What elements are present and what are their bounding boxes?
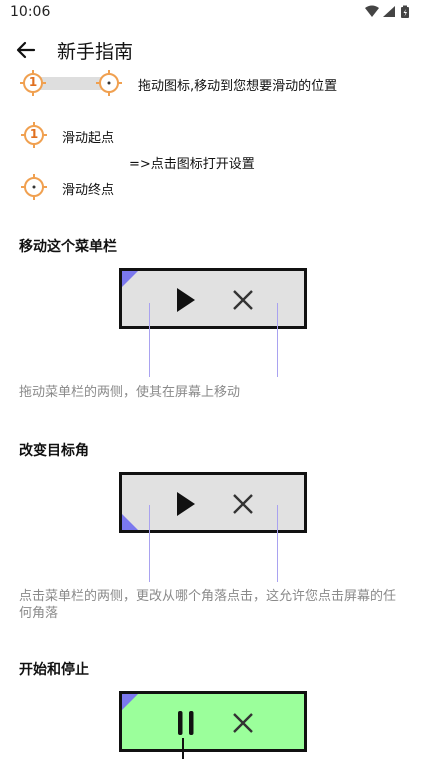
menu-bar-corner-demo[interactable]: [119, 472, 307, 533]
pointer-line: [182, 738, 184, 759]
caption-line-2: 何角落: [19, 606, 59, 621]
target-corner-marker: [122, 514, 138, 530]
start-target-icon[interactable]: 1: [19, 69, 47, 97]
play-icon[interactable]: [174, 287, 198, 313]
start-target-number: 1: [28, 75, 38, 89]
battery-icon: [401, 5, 409, 18]
start-point-label: 滑动起点: [62, 131, 115, 146]
close-icon[interactable]: [232, 289, 254, 311]
target-corner-marker: [122, 694, 138, 710]
target-corner-marker: [122, 271, 138, 287]
close-icon[interactable]: [232, 712, 254, 734]
play-icon[interactable]: [174, 491, 198, 517]
menu-bar-running-demo[interactable]: [119, 691, 307, 752]
caption-line-1: 点击菜单栏的两侧，更改从哪个角落点击，这允许您点击屏幕的任: [19, 589, 397, 604]
section-corner-title: 改变目标角: [19, 443, 89, 459]
end-point-icon: [20, 173, 48, 201]
drag-instruction: 拖动图标,移动到您想要滑动的位置: [138, 79, 338, 94]
start-point-icon: 1: [20, 121, 48, 149]
close-icon[interactable]: [232, 493, 254, 515]
section-move-caption: 拖动菜单栏的两侧，使其在屏幕上移动: [19, 385, 241, 400]
left-side-pointer-line: [149, 303, 150, 377]
end-point-label: 滑动终点: [62, 183, 115, 198]
drag-track: [38, 77, 102, 90]
section-move-title: 移动这个菜单栏: [19, 239, 117, 255]
pause-icon[interactable]: [176, 710, 196, 736]
left-side-pointer-line: [149, 505, 150, 582]
section-corner-caption: 点击菜单栏的两侧，更改从哪个角落点击，这允许您点击屏幕的任 何角落: [19, 588, 414, 622]
right-side-pointer-line: [277, 505, 278, 582]
page-title: 新手指南: [57, 41, 134, 63]
signal-icon: [383, 6, 395, 17]
menu-bar-move-demo[interactable]: [119, 268, 307, 329]
right-side-pointer-line: [277, 303, 278, 377]
status-icons: [363, 4, 415, 20]
end-target-icon[interactable]: [95, 69, 123, 97]
open-settings-hint: =>点击图标打开设置: [129, 157, 255, 172]
back-button[interactable]: [12, 36, 40, 64]
status-time: 10:06: [10, 4, 51, 20]
arrow-left-icon: [16, 41, 36, 59]
wifi-icon: [365, 5, 379, 17]
start-point-number: 1: [29, 127, 39, 141]
section-startstop-title: 开始和停止: [19, 662, 89, 678]
